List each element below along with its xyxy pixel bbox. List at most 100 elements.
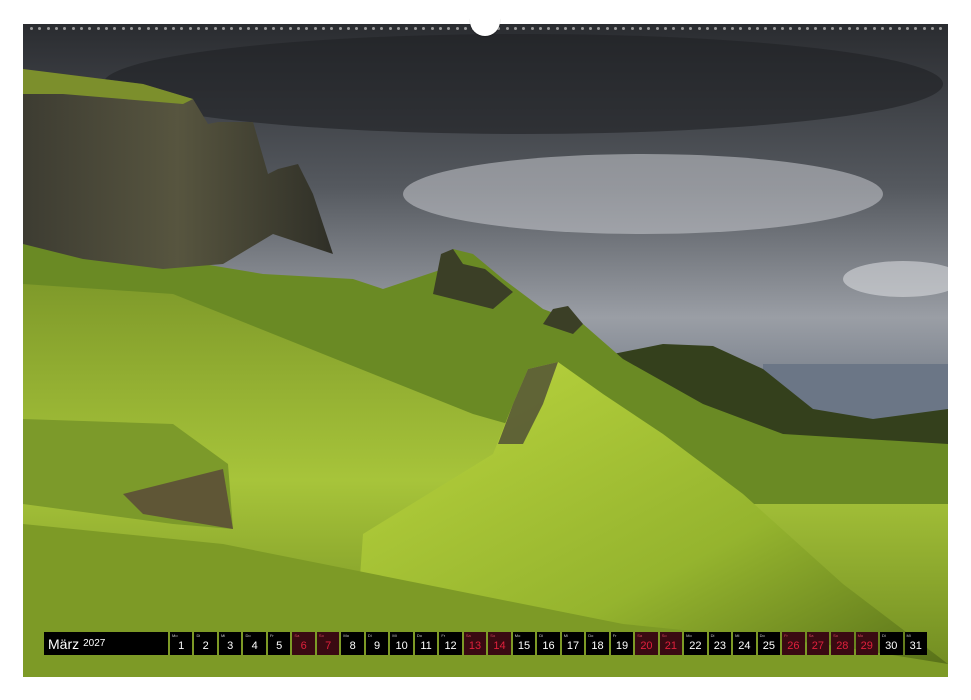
binding-dot xyxy=(722,26,726,30)
binding-dot xyxy=(764,26,768,30)
binding-dot xyxy=(655,26,659,30)
binding-dot xyxy=(388,26,392,30)
binding-dot xyxy=(939,26,943,30)
month-calendar-bar: März 2027 Mo 1 Di 2 Mi 3 Do 4 Fr 5 Sa 6 So 7 Mo 8 Di 9 Mi 1… xyxy=(44,632,928,655)
binding-dot xyxy=(614,26,618,30)
weekday-label: Fr xyxy=(784,633,788,638)
weekday-label: So xyxy=(318,633,324,638)
binding-dot xyxy=(105,26,109,30)
day-cell: Fr 26 xyxy=(782,632,805,655)
binding-dot xyxy=(213,26,217,30)
day-number: 4 xyxy=(251,640,258,652)
weekday-label: Mo xyxy=(343,633,349,638)
weekday-label: Sa xyxy=(294,633,300,638)
binding-dot xyxy=(856,26,860,30)
binding-dot xyxy=(789,26,793,30)
weekday-label: Mo xyxy=(857,633,864,638)
day-number: 7 xyxy=(325,640,332,652)
day-number: 20 xyxy=(640,640,653,652)
day-number: 10 xyxy=(395,640,408,652)
day-number: 28 xyxy=(836,640,849,652)
binding-dot xyxy=(881,26,885,30)
weekday-label: Fr xyxy=(612,633,617,638)
binding-dot xyxy=(230,26,234,30)
binding-dot xyxy=(280,26,284,30)
day-number: 26 xyxy=(787,640,800,652)
binding-dot xyxy=(322,26,326,30)
binding-dot xyxy=(96,26,100,30)
binding-dot xyxy=(330,26,334,30)
binding-dot xyxy=(647,26,651,30)
binding-dot xyxy=(572,26,576,30)
binding-dot xyxy=(805,26,809,30)
binding-dot xyxy=(121,26,125,30)
binding-dot xyxy=(547,26,551,30)
binding-dot xyxy=(530,26,534,30)
binding-dot xyxy=(564,26,567,30)
day-number: 17 xyxy=(566,640,580,652)
weekday-label: Mo xyxy=(172,633,178,638)
day-number: 18 xyxy=(591,640,604,652)
binding-dot xyxy=(221,26,225,30)
binding-dot xyxy=(605,26,609,30)
day-cells: Mo 1 Di 2 Mi 3 Do 4 Fr 5 Sa 6 So 7 Mo 8 Di 9 Mi 10 Do 11 Fr 12 S… xyxy=(170,632,928,655)
binding-dot xyxy=(313,26,317,30)
day-number: 22 xyxy=(689,640,702,652)
day-cell: Mi 24 xyxy=(733,632,756,655)
weekday-label: So xyxy=(490,633,496,638)
day-number: 30 xyxy=(885,640,898,652)
day-number: 1 xyxy=(178,640,185,652)
weekday-label: Di xyxy=(882,633,886,638)
day-cell: Di 16 xyxy=(537,632,560,655)
day-number: 11 xyxy=(420,640,432,652)
binding-dot xyxy=(755,26,759,30)
binding-dot xyxy=(889,26,893,30)
day-number: 5 xyxy=(276,640,283,652)
weekday-label: Fr xyxy=(269,633,274,638)
day-number: 19 xyxy=(615,640,629,652)
weekday-label: Do xyxy=(245,633,251,638)
binding-dot xyxy=(205,26,209,30)
day-cell: Mo 15 xyxy=(512,632,536,655)
binding-dot xyxy=(246,26,250,30)
weekday-label: Sa xyxy=(465,633,471,638)
month-label: März 2027 xyxy=(44,632,168,655)
binding-dot xyxy=(747,26,751,30)
binding-dot xyxy=(397,26,401,30)
binding-dot xyxy=(463,26,467,30)
binding-dot xyxy=(255,26,259,30)
binding-dot xyxy=(772,26,776,30)
day-cell: So 7 xyxy=(316,632,340,655)
binding-dot xyxy=(822,26,826,30)
day-number: 29 xyxy=(860,640,873,652)
binding-dot xyxy=(780,26,784,30)
weekday-label: Di xyxy=(367,633,372,638)
day-cell: Fr 5 xyxy=(267,632,291,655)
binding-dot xyxy=(438,26,442,30)
binding-dot xyxy=(163,26,167,30)
day-cell: Mi 3 xyxy=(218,632,242,655)
binding-dot xyxy=(355,26,359,30)
day-cell: Di 2 xyxy=(194,632,217,655)
binding-dot xyxy=(180,26,184,30)
binding-dot xyxy=(680,26,684,30)
day-number: 6 xyxy=(300,640,307,652)
binding-dot xyxy=(130,26,134,30)
day-cell: Do 4 xyxy=(243,632,266,655)
binding-dot xyxy=(872,26,876,30)
binding-dot xyxy=(797,26,801,30)
binding-dot xyxy=(188,26,192,30)
binding-dot xyxy=(155,26,159,30)
binding-dot xyxy=(80,26,84,30)
binding-dot xyxy=(739,26,743,30)
day-number: 21 xyxy=(664,640,678,652)
binding-dot xyxy=(847,26,851,30)
binding-dot xyxy=(30,26,33,30)
binding-dot xyxy=(63,26,67,30)
day-number: 25 xyxy=(762,640,775,652)
day-cell: Di 30 xyxy=(880,632,903,655)
day-cell: Sa 27 xyxy=(806,632,830,655)
binding-dot xyxy=(263,26,267,30)
binding-dot xyxy=(513,26,517,30)
weekday-label: Di xyxy=(710,633,715,638)
